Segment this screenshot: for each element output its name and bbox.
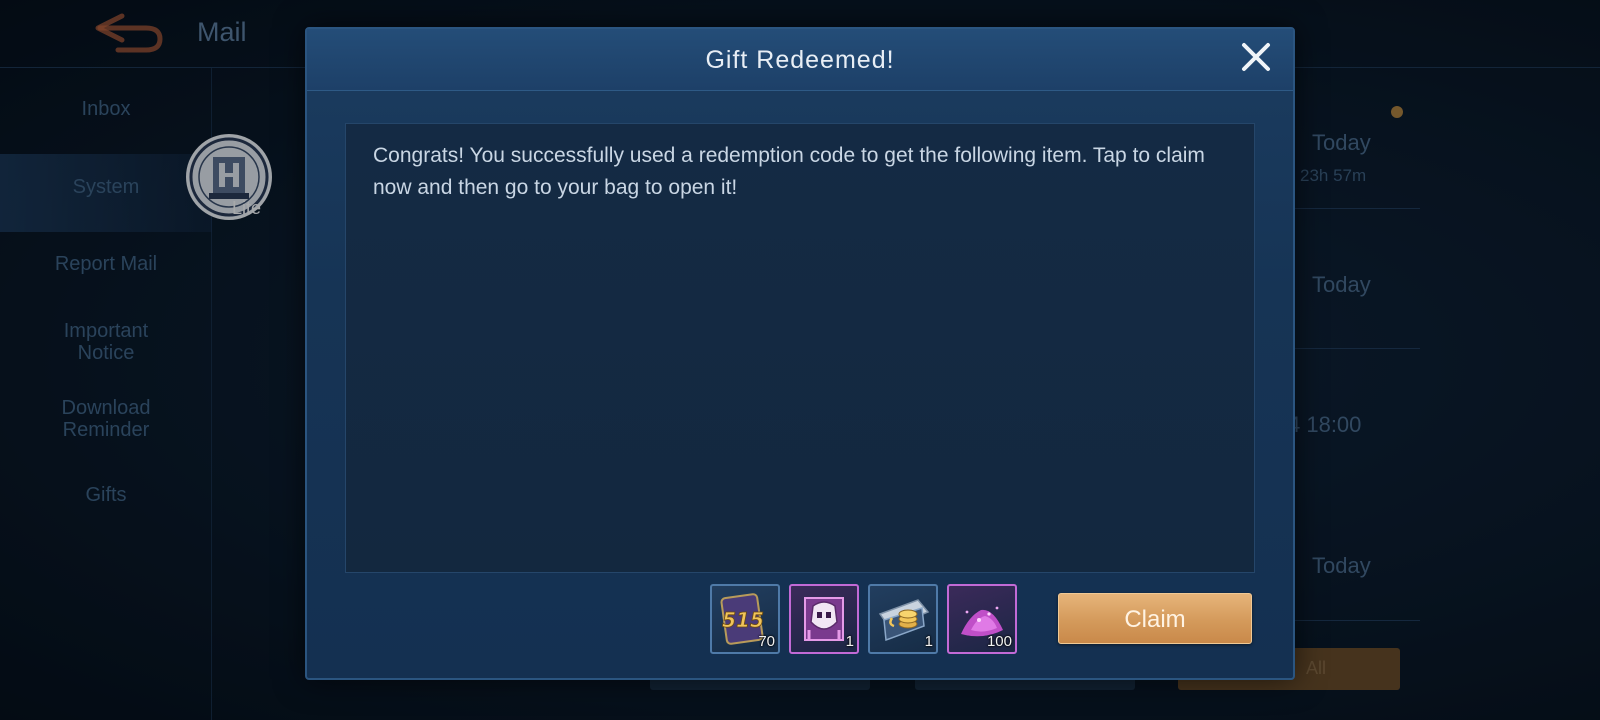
dialog-title: Gift Redeemed! [705, 46, 895, 74]
svg-text:515: 515 [722, 608, 764, 632]
mail-screen: Mail Inbox System Report Mail Important … [0, 0, 1600, 720]
item-count: 70 [758, 633, 775, 650]
close-icon [1242, 43, 1270, 71]
reward-item[interactable]: 515 70 [710, 584, 780, 654]
claim-button[interactable]: Claim [1058, 593, 1252, 644]
gift-redeemed-dialog: Gift Redeemed! Congrats! You successfull… [305, 27, 1295, 680]
item-count: 1 [924, 633, 933, 650]
item-count: 100 [986, 633, 1012, 650]
item-count: 1 [845, 633, 854, 650]
skin-box-icon [804, 597, 844, 641]
reward-item[interactable]: 1 [868, 584, 938, 654]
claim-button-label: Claim [1124, 606, 1186, 633]
redeem-message: Congrats! You successfully used a redemp… [373, 144, 1205, 199]
close-button[interactable] [1240, 41, 1272, 73]
coin-voucher-icon [878, 599, 930, 642]
dialog-header: Gift Redeemed! [307, 29, 1293, 91]
reward-item[interactable]: 100 [947, 584, 1017, 654]
reward-item[interactable]: 1 [789, 584, 859, 654]
message-box: Congrats! You successfully used a redemp… [345, 123, 1255, 573]
